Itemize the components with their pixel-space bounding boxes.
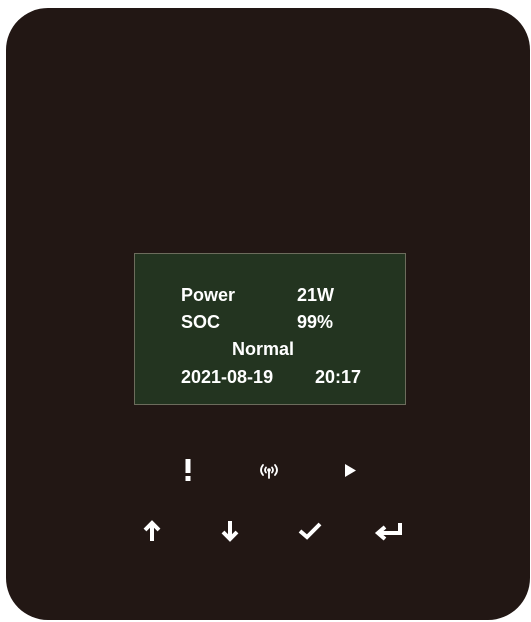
soc-value: 99% — [297, 312, 334, 332]
status-text: Normal — [232, 339, 295, 359]
inverter-front-panel: Power 21W SOC 99% Normal 2021-08-19 20:1… — [6, 8, 530, 620]
wireless-signal-icon — [255, 458, 283, 482]
enter-return-icon — [374, 523, 402, 541]
play-triangle-icon — [340, 458, 360, 482]
power-value: 21W — [297, 285, 335, 305]
up-button[interactable] — [134, 513, 170, 549]
down-button[interactable] — [212, 513, 248, 549]
arrow-up-icon — [143, 520, 161, 541]
soc-label: SOC — [181, 312, 221, 332]
exclamation-icon — [178, 458, 198, 482]
checkmark-icon — [298, 522, 322, 540]
date-text: 2021-08-19 — [181, 367, 274, 387]
power-label: Power — [181, 285, 236, 305]
time-text: 20:17 — [315, 367, 362, 387]
enter-button[interactable] — [371, 513, 407, 549]
lcd-display: Power 21W SOC 99% Normal 2021-08-19 20:1… — [134, 253, 406, 405]
confirm-button[interactable] — [292, 513, 328, 549]
arrow-down-icon — [221, 521, 239, 542]
